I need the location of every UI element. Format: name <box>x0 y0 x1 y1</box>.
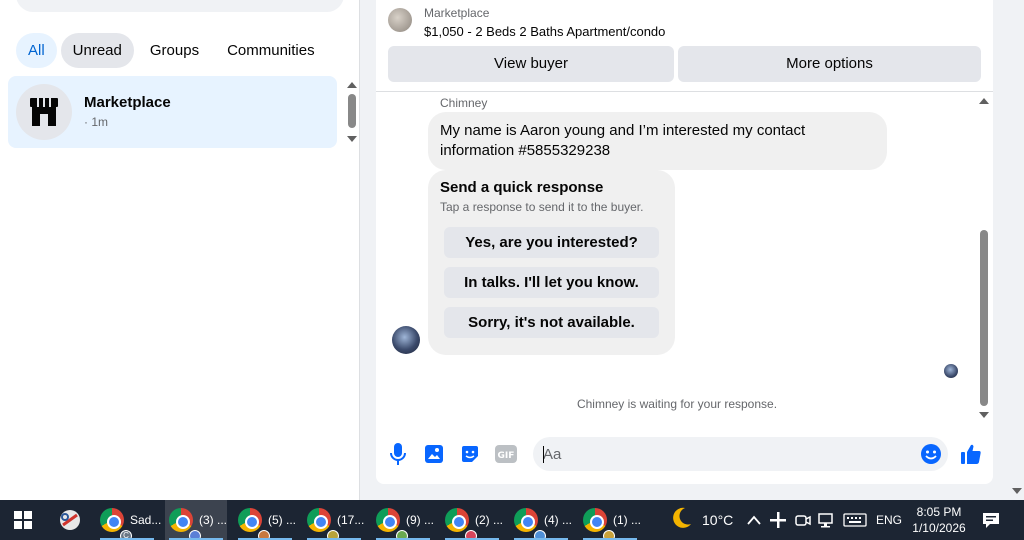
waiting-status: Chimney is waiting for your response. <box>576 397 778 411</box>
svg-text:GIF: GIF <box>498 451 515 461</box>
chrome-icon <box>583 508 615 540</box>
weather-widget[interactable]: 10°C <box>668 500 733 540</box>
sidebar-scroll-thumb[interactable] <box>348 94 356 128</box>
filter-all[interactable]: All <box>16 33 57 68</box>
quick-response-card: Send a quick response Tap a response to … <box>428 170 675 355</box>
taskbar-chrome-window-2[interactable]: (3) ... <box>165 500 227 540</box>
taskbar-window-label: (2) ... <box>475 513 504 527</box>
seen-indicator-avatar <box>944 364 958 378</box>
quick-reply-in-talks[interactable]: In talks. I'll let you know. <box>444 267 659 298</box>
thumbs-up-icon[interactable] <box>959 442 983 466</box>
snipping-tool-icon[interactable] <box>58 500 86 540</box>
taskbar-window-label: (5) ... <box>268 513 297 527</box>
taskbar-chrome-window-4[interactable]: (17... <box>303 500 365 540</box>
filter-communities[interactable]: Communities <box>215 33 327 68</box>
chat-filters: All Unread Groups Communities <box>16 33 327 68</box>
chat-scroll-thumb[interactable] <box>980 230 988 406</box>
search-chats-input[interactable] <box>16 0 344 12</box>
conversation-time: · 1m <box>84 115 108 129</box>
taskbar-window-label: (17... <box>337 513 365 527</box>
storefront-icon <box>16 84 72 140</box>
microphone-icon[interactable] <box>386 442 410 466</box>
quick-response-subtitle: Tap a response to send it to the buyer. <box>440 200 644 214</box>
weather-temperature: 10°C <box>702 512 734 528</box>
message-input[interactable] <box>533 437 948 471</box>
chrome-icon <box>307 508 339 540</box>
clock-time: 8:05 PM <box>916 505 962 519</box>
filter-groups[interactable]: Groups <box>138 33 211 68</box>
chrome-icon: C <box>100 508 132 540</box>
taskbar-chrome-window-3[interactable]: (5) ... <box>234 500 296 540</box>
more-options-button[interactable]: More options <box>678 46 981 82</box>
notifications-icon[interactable] <box>982 500 1000 540</box>
emoji-icon[interactable] <box>919 442 943 466</box>
chrome-icon <box>169 508 201 540</box>
taskbar-chrome-window-7[interactable]: (4) ... <box>510 500 572 540</box>
taskbar-window-label: Sad... <box>130 513 162 527</box>
view-buyer-button[interactable]: View buyer <box>388 46 674 82</box>
taskbar-window-label: (4) ... <box>544 513 573 527</box>
plus-icon[interactable] <box>770 500 786 540</box>
conversation-marketplace[interactable]: Marketplace · 1m <box>8 76 337 148</box>
sidebar-scrollbar[interactable] <box>346 80 358 144</box>
image-icon[interactable] <box>422 442 446 466</box>
message-composer: GIF <box>376 432 993 476</box>
sender-name: Chimney <box>440 96 488 110</box>
taskbar-window-label: (9) ... <box>406 513 435 527</box>
quick-response-title: Send a quick response <box>440 179 604 196</box>
taskbar-window-label: (3) ... <box>199 513 228 527</box>
system-clock[interactable]: 8:05 PM 1/10/2026 <box>903 504 975 536</box>
clock-date: 1/10/2026 <box>912 521 966 535</box>
chat-panel: Marketplace $1,050 - 2 Beds 2 Baths Apar… <box>376 0 993 484</box>
chat-scrollbar[interactable] <box>978 96 990 422</box>
incoming-message: My name is Aaron young and I’m intereste… <box>428 112 887 170</box>
show-hidden-icons[interactable] <box>747 500 761 540</box>
filter-unread[interactable]: Unread <box>60 33 134 68</box>
taskbar-chrome-window-6[interactable]: (2) ... <box>441 500 503 540</box>
language-indicator[interactable]: ENG <box>876 500 902 540</box>
chrome-icon <box>445 508 477 540</box>
chrome-icon <box>514 508 546 540</box>
taskbar-chrome-window-1[interactable]: C Sad... <box>96 500 162 540</box>
gif-icon[interactable]: GIF <box>494 442 518 466</box>
page-scroll-down-arrow[interactable] <box>1012 488 1022 494</box>
quick-reply-not-available[interactable]: Sorry, it's not available. <box>444 307 659 338</box>
taskbar-chrome-window-5[interactable]: (9) ... <box>372 500 434 540</box>
keyboard-icon[interactable] <box>843 500 867 540</box>
moon-icon <box>668 505 694 536</box>
taskbar-window-label: (1) ... <box>613 513 642 527</box>
chrome-icon <box>238 508 270 540</box>
meet-now-icon[interactable] <box>795 500 811 540</box>
chevron-up-icon <box>747 515 761 525</box>
text-caret <box>543 446 544 463</box>
quick-reply-interested[interactable]: Yes, are you interested? <box>444 227 659 258</box>
taskbar-chrome-window-8[interactable]: (1) ... <box>579 500 641 540</box>
sender-avatar[interactable] <box>392 326 420 354</box>
network-icon[interactable] <box>818 500 836 540</box>
windows-start-icon[interactable] <box>14 500 38 540</box>
windows-taskbar: C Sad... (3) ... (5) ... (17... (9) ... … <box>0 500 1024 540</box>
chat-header: Marketplace $1,050 - 2 Beds 2 Baths Apar… <box>376 0 993 92</box>
chrome-icon <box>376 508 408 540</box>
conversation-name: Marketplace <box>84 94 171 111</box>
sticker-icon[interactable] <box>458 442 482 466</box>
chats-sidebar: All Unread Groups Communities Marketplac… <box>0 0 360 500</box>
listing-source: Marketplace <box>424 6 490 20</box>
listing-thumbnail[interactable] <box>388 8 412 32</box>
listing-title[interactable]: $1,050 - 2 Beds 2 Baths Apartment/condo <box>424 24 665 39</box>
